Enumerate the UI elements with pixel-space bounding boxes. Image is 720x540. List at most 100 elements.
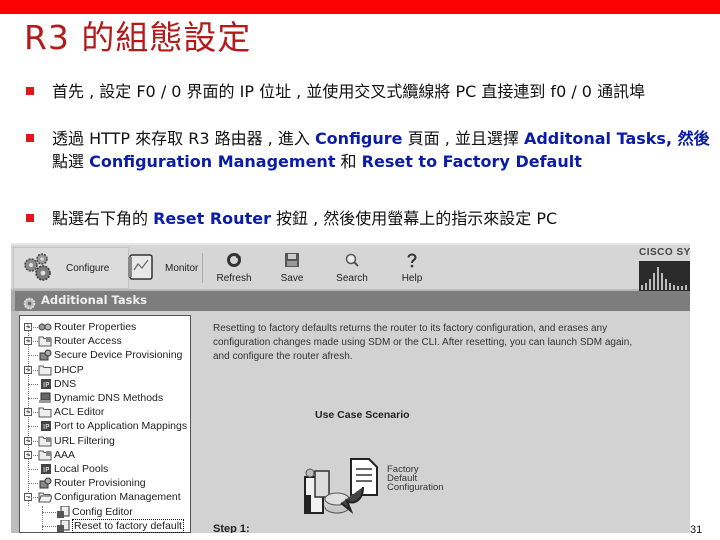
tasks-gear-icon xyxy=(23,295,36,314)
ip-icon: IP xyxy=(38,378,52,390)
tree-item[interactable]: Reset to factory default xyxy=(20,518,192,533)
highlighted-term: Additonal Tasks, 然後 xyxy=(523,129,710,148)
bullet-segment: 和 xyxy=(335,152,362,171)
cisco-brand-text: CISCO SYS xyxy=(639,247,690,258)
monitor-label: Monitor xyxy=(165,262,199,274)
folder-lock-icon xyxy=(38,449,52,461)
tree-item[interactable]: + DHCP xyxy=(20,363,192,377)
router-properties-icon xyxy=(38,321,52,333)
tree-connector xyxy=(28,341,38,343)
tree-connector xyxy=(28,327,38,328)
tree-item-label: Local Pools xyxy=(54,463,109,475)
ip-icon: IP xyxy=(38,463,52,475)
folder-icon xyxy=(38,364,52,376)
tree-connector xyxy=(28,412,38,414)
tree-item[interactable]: Dynamic DNS Methods xyxy=(20,391,192,405)
device-provisioning-icon xyxy=(38,477,52,489)
tree-item[interactable]: Router Provisioning xyxy=(20,476,192,490)
svg-text:IP: IP xyxy=(43,423,49,431)
tree-connector xyxy=(28,454,38,456)
tree-item-label: Port to Application Mappings xyxy=(54,420,188,433)
highlighted-term: Reset Router xyxy=(153,209,271,228)
tree-connector xyxy=(28,383,38,385)
highlighted-term: Reset to Factory Default xyxy=(361,152,582,171)
toolbar-separator xyxy=(202,253,203,283)
reset-description: Resetting to factory defaults returns th… xyxy=(213,323,633,362)
tree-item[interactable]: Config Editor xyxy=(20,505,192,519)
router-reset-illustration-icon xyxy=(301,455,381,521)
tree-item[interactable]: IP Port to Application Mappings xyxy=(20,419,192,433)
tree-connector xyxy=(28,497,38,499)
floppy-disk-icon xyxy=(284,252,300,271)
folder-icon xyxy=(38,406,52,418)
dns-computer-icon xyxy=(38,392,52,404)
use-case-title: Use Case Scenario xyxy=(315,409,410,421)
tree-item-label: Secure Device Provisioning xyxy=(54,349,183,362)
sdm-toolbar: Configure Monitor Refresh Save Search He… xyxy=(11,243,690,291)
tree-connector xyxy=(42,525,56,527)
refresh-button[interactable]: Refresh xyxy=(209,247,259,289)
bullet-marker-icon xyxy=(26,134,34,142)
tree-connector xyxy=(28,398,38,399)
svg-text:IP: IP xyxy=(43,381,49,389)
gears-icon xyxy=(22,252,56,285)
tree-item-label: Config Editor xyxy=(72,505,133,518)
refresh-label: Refresh xyxy=(216,273,252,284)
additional-tasks-title: Additional Tasks xyxy=(41,293,147,307)
tree-item[interactable]: + AAA xyxy=(20,448,192,462)
factory-default-label: Factory Default Configuration xyxy=(387,465,444,493)
highlighted-term: Configure xyxy=(314,129,403,148)
tree-item[interactable]: + Router Properties xyxy=(20,320,192,334)
svg-text:IP: IP xyxy=(43,466,49,474)
bullet-text: 點選右下角的 Reset Router 按鈕 , 然後使用螢幕上的指示來設定 P… xyxy=(52,207,712,230)
tree-item-label: AAA xyxy=(54,448,76,461)
additional-tasks-header: Additional Tasks xyxy=(11,291,690,311)
tree-item[interactable]: − Configuration Management xyxy=(20,490,192,504)
tree-item-label: Reset to factory default xyxy=(72,518,184,533)
tree-item[interactable]: + ACL Editor xyxy=(20,405,192,419)
tree-connector xyxy=(28,426,38,428)
sdm-screenshot: Configure Monitor Refresh Save Search He… xyxy=(11,243,690,533)
tree-item-label: Router Provisioning xyxy=(54,477,146,490)
tree-item-label: Configuration Management xyxy=(54,491,181,504)
config-document-icon xyxy=(56,519,70,532)
tree-item-label: Router Access xyxy=(54,335,122,348)
bullet-text: 首先 , 設定 F0 / 0 界面的 IP 位址 , 並使用交叉式纜線將 PC … xyxy=(52,80,712,103)
bullet-segment: 點選右下角的 xyxy=(52,209,154,228)
folder-lock-icon xyxy=(38,335,52,347)
tree-item[interactable]: Secure Device Provisioning xyxy=(20,348,192,362)
help-button[interactable]: Help xyxy=(387,247,437,289)
panel-border xyxy=(11,311,19,533)
configure-button[interactable]: Configure xyxy=(13,247,129,289)
config-document-icon xyxy=(56,505,70,518)
refresh-icon xyxy=(226,252,242,271)
search-label: Search xyxy=(336,273,368,284)
bullet-segment: 頁面 , 並且選擇 xyxy=(402,129,524,148)
save-button[interactable]: Save xyxy=(267,247,317,289)
bullet-segment: 按鈕 , 然後使用螢幕上的指示來設定 PC xyxy=(270,209,558,228)
folder-open-icon xyxy=(38,491,53,503)
bullet-marker-icon xyxy=(26,214,34,222)
bullet-segment: 首先 , 設定 F0 / 0 界面的 IP 位址 , 並使用交叉式纜線將 PC … xyxy=(52,82,646,101)
tree-connector xyxy=(28,440,38,442)
step-label: Step 1: xyxy=(213,523,250,533)
tree-item[interactable]: + Router Access xyxy=(20,334,192,348)
monitor-button[interactable]: Monitor xyxy=(119,247,199,289)
save-label: Save xyxy=(280,273,304,284)
tree-connector xyxy=(28,469,38,470)
highlighted-term: Configuration Management xyxy=(89,152,336,171)
tree-item-label: Dynamic DNS Methods xyxy=(54,392,164,404)
tree-item[interactable]: + URL Filtering xyxy=(20,434,192,448)
tasks-tree: + Router Properties + Router Access Secure D… xyxy=(19,315,191,533)
ip-icon: IP xyxy=(38,420,52,432)
folder-lock-icon xyxy=(38,435,52,447)
tree-item[interactable]: IP Local Pools xyxy=(20,462,192,476)
cisco-logo: CISCO SYS xyxy=(639,247,690,291)
tree-connector xyxy=(28,355,38,357)
search-button[interactable]: Search xyxy=(327,247,377,289)
bullet-text: 透過 HTTP 來存取 R3 路由器 , 進入 Configure 頁面 , 並… xyxy=(52,127,712,173)
monitor-chart-icon xyxy=(127,252,155,285)
bullet-segment: 點選 xyxy=(52,152,90,171)
tree-item[interactable]: IP DNS xyxy=(20,377,192,391)
tree-item-label: Router Properties xyxy=(54,321,137,333)
